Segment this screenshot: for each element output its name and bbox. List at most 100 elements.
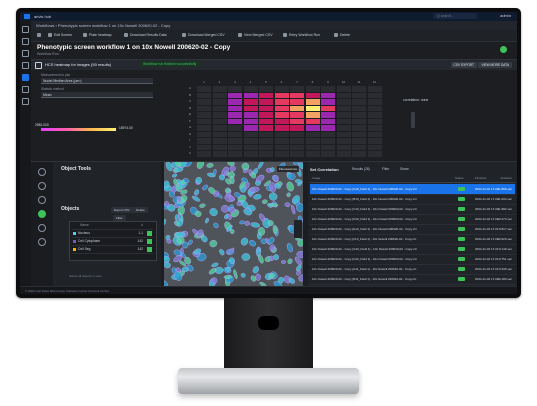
segmented-cell[interactable] bbox=[244, 220, 250, 226]
plate-well[interactable] bbox=[228, 125, 242, 131]
visibility-toggle[interactable] bbox=[147, 247, 152, 252]
segmented-cell[interactable] bbox=[181, 266, 189, 273]
back-button[interactable] bbox=[37, 32, 43, 38]
pipeline-icon[interactable] bbox=[22, 62, 29, 69]
plate-well[interactable] bbox=[212, 105, 227, 111]
plate-well[interactable] bbox=[197, 86, 211, 92]
plate-well[interactable] bbox=[352, 131, 366, 137]
plate-well[interactable] bbox=[352, 118, 366, 124]
plate-well[interactable] bbox=[290, 105, 304, 111]
plate-well[interactable] bbox=[197, 112, 211, 118]
plate-well[interactable] bbox=[259, 112, 273, 118]
plate-well[interactable] bbox=[321, 92, 335, 98]
plate-well[interactable] bbox=[336, 138, 351, 144]
segmented-cell[interactable] bbox=[241, 253, 251, 261]
plate-well[interactable] bbox=[197, 92, 211, 98]
plate-well[interactable] bbox=[305, 144, 320, 150]
export-csv-button[interactable]: Export CSV bbox=[111, 207, 133, 213]
plate-well[interactable] bbox=[243, 99, 258, 105]
microscopy-image-viewer[interactable]: Fluorescence bbox=[164, 162, 303, 286]
segmented-cell[interactable] bbox=[281, 260, 286, 264]
plate-well[interactable] bbox=[243, 118, 258, 124]
workflow-icon[interactable] bbox=[22, 74, 29, 81]
user-menu[interactable]: admin bbox=[500, 13, 511, 18]
plate-well[interactable] bbox=[336, 131, 351, 137]
plate-well[interactable] bbox=[212, 125, 227, 131]
plate-well[interactable] bbox=[274, 144, 289, 150]
plate-well[interactable] bbox=[212, 86, 227, 92]
correlation-row[interactable]: 10x Nowell 200620-02 - Copy [B11_Field 1… bbox=[310, 274, 515, 285]
info-tool-icon[interactable] bbox=[38, 238, 46, 246]
plate-well[interactable] bbox=[305, 92, 320, 98]
plate-well[interactable] bbox=[305, 86, 320, 92]
plate-well[interactable] bbox=[352, 144, 366, 150]
plate-well[interactable] bbox=[336, 92, 351, 98]
plate-well[interactable] bbox=[212, 131, 227, 137]
plate-well[interactable] bbox=[228, 144, 242, 150]
plate-well[interactable] bbox=[243, 144, 258, 150]
plate-well[interactable] bbox=[290, 144, 304, 150]
plate-well[interactable] bbox=[212, 92, 227, 98]
plate-well[interactable] bbox=[197, 138, 211, 144]
plate-well[interactable] bbox=[290, 118, 304, 124]
segmented-cell[interactable] bbox=[174, 214, 179, 221]
plate-well[interactable] bbox=[259, 99, 273, 105]
plate-well[interactable] bbox=[290, 92, 304, 98]
plate-well[interactable] bbox=[321, 99, 335, 105]
plate-well[interactable] bbox=[305, 138, 320, 144]
plate-well[interactable] bbox=[274, 86, 289, 92]
plate-well[interactable] bbox=[228, 86, 242, 92]
statistic-select[interactable]: Mean bbox=[41, 92, 153, 98]
plate-well[interactable] bbox=[243, 105, 258, 111]
plate-well[interactable] bbox=[197, 118, 211, 124]
plate-well[interactable] bbox=[352, 92, 366, 98]
delete-button[interactable]: Delete bbox=[334, 32, 350, 38]
plate-well[interactable] bbox=[274, 151, 289, 157]
object-item-nucleus[interactable]: Nucleus 1,1 bbox=[72, 230, 153, 238]
image-side-slider[interactable] bbox=[294, 220, 302, 238]
visibility-toggle[interactable] bbox=[147, 231, 152, 236]
plate-well[interactable] bbox=[274, 125, 289, 131]
plate-well[interactable] bbox=[259, 86, 273, 92]
plate-well[interactable] bbox=[197, 144, 211, 150]
plate-well[interactable] bbox=[197, 125, 211, 131]
plate-well[interactable] bbox=[367, 112, 382, 118]
plate-well[interactable] bbox=[305, 118, 320, 124]
folder-icon[interactable] bbox=[22, 38, 29, 45]
plate-well[interactable] bbox=[367, 144, 382, 150]
plate-well[interactable] bbox=[290, 138, 304, 144]
plate-heatmap-button[interactable]: Plate heatmap bbox=[83, 32, 112, 38]
plate-well[interactable] bbox=[321, 138, 335, 144]
plate-well[interactable] bbox=[259, 151, 273, 157]
plate-well[interactable] bbox=[290, 151, 304, 157]
filter-results-button[interactable]: Filter bbox=[382, 167, 389, 171]
select-all-hint[interactable]: Select all objects in view bbox=[69, 274, 102, 278]
plate-well[interactable] bbox=[274, 92, 289, 98]
plate-well[interactable] bbox=[290, 86, 304, 92]
plate-well[interactable] bbox=[228, 118, 242, 124]
plate-well[interactable] bbox=[274, 138, 289, 144]
plate-well[interactable] bbox=[212, 99, 227, 105]
plate-well[interactable] bbox=[228, 138, 242, 144]
plate-well[interactable] bbox=[352, 151, 366, 157]
plate-well[interactable] bbox=[212, 138, 227, 144]
plate-well[interactable] bbox=[336, 118, 351, 124]
breadcrumb[interactable]: Workflows › Phenotypic screen workflow 1… bbox=[31, 21, 517, 30]
plate-well[interactable] bbox=[259, 144, 273, 150]
plate-well[interactable] bbox=[367, 92, 382, 98]
cell-image-canvas[interactable] bbox=[164, 162, 303, 286]
plate-well[interactable] bbox=[321, 144, 335, 150]
plate-well[interactable] bbox=[321, 112, 335, 118]
plate-well[interactable] bbox=[305, 105, 320, 111]
plate-well[interactable] bbox=[212, 112, 227, 118]
channel-tag[interactable]: Fluorescence bbox=[277, 166, 300, 172]
plate-well[interactable] bbox=[243, 92, 258, 98]
plate-well[interactable] bbox=[321, 118, 335, 124]
plate-well[interactable] bbox=[321, 105, 335, 111]
plate-well[interactable] bbox=[197, 131, 211, 137]
plate-well[interactable] bbox=[228, 112, 242, 118]
plate-well[interactable] bbox=[228, 99, 242, 105]
plate-well[interactable] bbox=[352, 99, 366, 105]
edit-screen-button[interactable]: Edit Screen bbox=[48, 32, 72, 38]
plate-well[interactable] bbox=[290, 131, 304, 137]
